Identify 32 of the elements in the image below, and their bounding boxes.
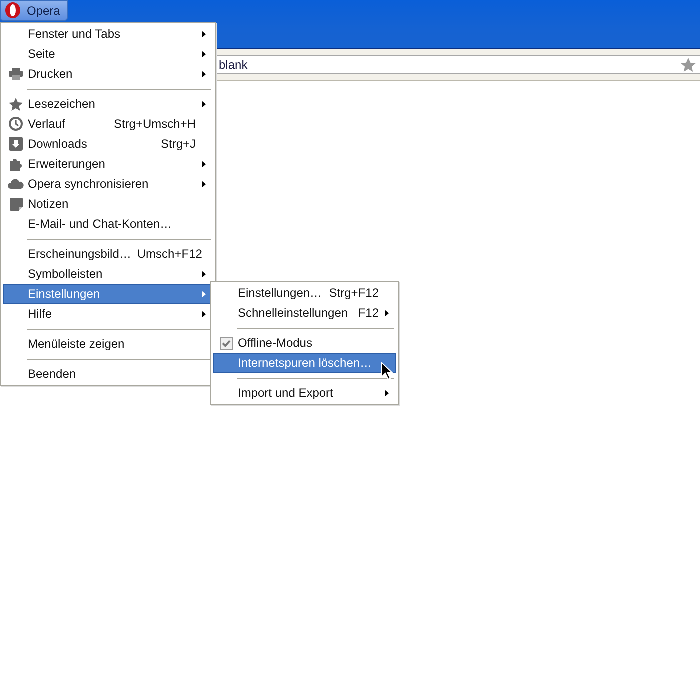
menu-item[interactable]: Lesezeichen <box>3 94 213 114</box>
menu-item[interactable]: Offline-Modus <box>213 333 396 353</box>
menu-item[interactable]: Opera synchronisieren <box>3 174 213 194</box>
menu-item[interactable]: Symbolleisten <box>3 264 213 284</box>
menu-item[interactable]: Schnelleinstellungen F12 <box>213 303 396 323</box>
address-text: blank <box>219 58 248 72</box>
menu-item[interactable]: Menüleiste zeigen <box>3 334 213 354</box>
checkbox[interactable] <box>220 336 232 350</box>
menu-item[interactable]: Import und Export <box>213 383 396 403</box>
opera-logo-icon <box>5 2 21 19</box>
opera-menu-button[interactable]: Opera <box>0 0 68 21</box>
menu-item[interactable]: Internetspuren löschen… <box>213 353 396 373</box>
clock-icon <box>9 117 23 131</box>
menu-item[interactable]: Beenden <box>3 364 213 384</box>
puzzle-icon <box>9 157 23 171</box>
menu-item[interactable]: E-Mail- und Chat-Konten… <box>3 214 213 234</box>
menu-item[interactable]: Fenster und Tabs <box>3 24 213 44</box>
menu-item[interactable]: Notizen <box>3 194 213 214</box>
menu-item[interactable]: Einstellungen <box>3 284 213 304</box>
menu-item[interactable]: Erweiterungen <box>3 154 213 174</box>
star-icon[interactable] <box>681 58 696 72</box>
menu-item[interactable]: Downloads Strg+J <box>3 134 213 154</box>
menu-item[interactable]: Verlauf Strg+Umsch+H <box>3 114 213 134</box>
note-icon <box>10 198 22 210</box>
mouse-cursor-icon <box>381 362 393 380</box>
menu-item[interactable]: Erscheinungsbild… Umsch+F12 <box>3 244 213 264</box>
download-icon <box>9 137 23 151</box>
star-icon <box>9 98 23 110</box>
printer-icon <box>9 68 23 80</box>
menu-item[interactable]: Hilfe <box>3 304 213 324</box>
cloud-icon <box>8 179 24 189</box>
menu-item[interactable]: Einstellungen… Strg+F12 <box>213 283 396 303</box>
